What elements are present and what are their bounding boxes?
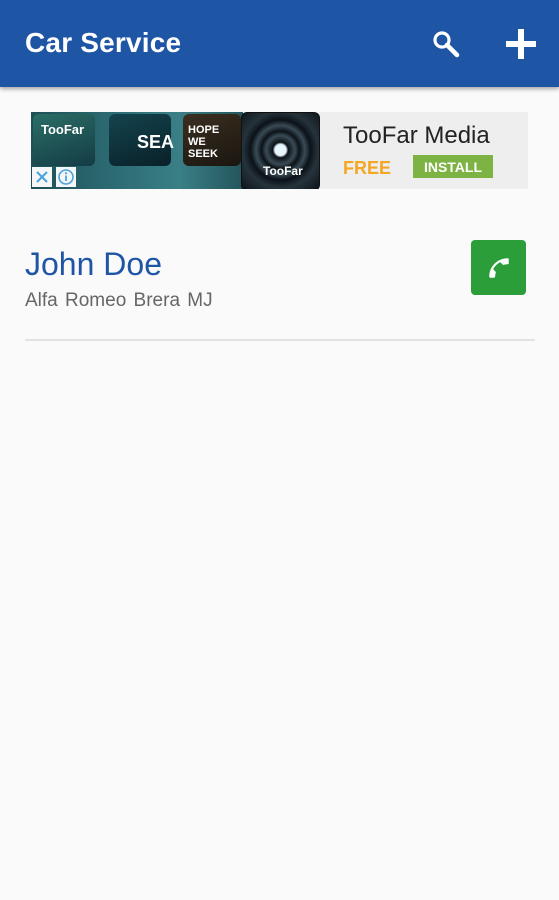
search-icon [433, 31, 460, 58]
ad-install-button[interactable]: INSTALL [413, 155, 493, 178]
ad-close-button[interactable] [32, 167, 52, 187]
ad-info-button[interactable] [56, 167, 76, 187]
contact-list-item[interactable]: John Doe Alfa Romeo Brera MJ [25, 228, 535, 341]
contact-car-model: Alfa Romeo Brera MJ [25, 290, 213, 311]
app-bar: Car Service [0, 0, 559, 87]
ad-tile-hope: HOPE WE SEEK [183, 114, 241, 166]
phone-icon [488, 257, 509, 278]
ad-tile-label: TooFar [41, 122, 85, 137]
plus-icon [506, 29, 536, 59]
close-icon [36, 171, 48, 183]
ad-tile-sea: SEA [109, 114, 175, 166]
ad-logo-label: TooFar [263, 164, 303, 178]
ad-price: FREE [343, 158, 392, 178]
app-title: Car Service [25, 27, 182, 58]
ad-tile-label: HOPE WE SEEK [188, 124, 220, 160]
add-button[interactable] [499, 22, 543, 66]
ad-tile-label: SEA [137, 132, 175, 152]
ad-app-name[interactable]: TooFar Media [343, 122, 490, 150]
ad-banner[interactable]: TooFar SEA HOPE WE SEEK TooFar TooFar Me… [31, 112, 528, 189]
call-button[interactable] [471, 240, 526, 295]
ad-tile-toofar: TooFar [33, 114, 95, 166]
contact-name[interactable]: John Doe [25, 246, 162, 283]
search-button[interactable] [424, 22, 468, 66]
info-icon [58, 169, 74, 185]
list-divider [25, 339, 535, 341]
